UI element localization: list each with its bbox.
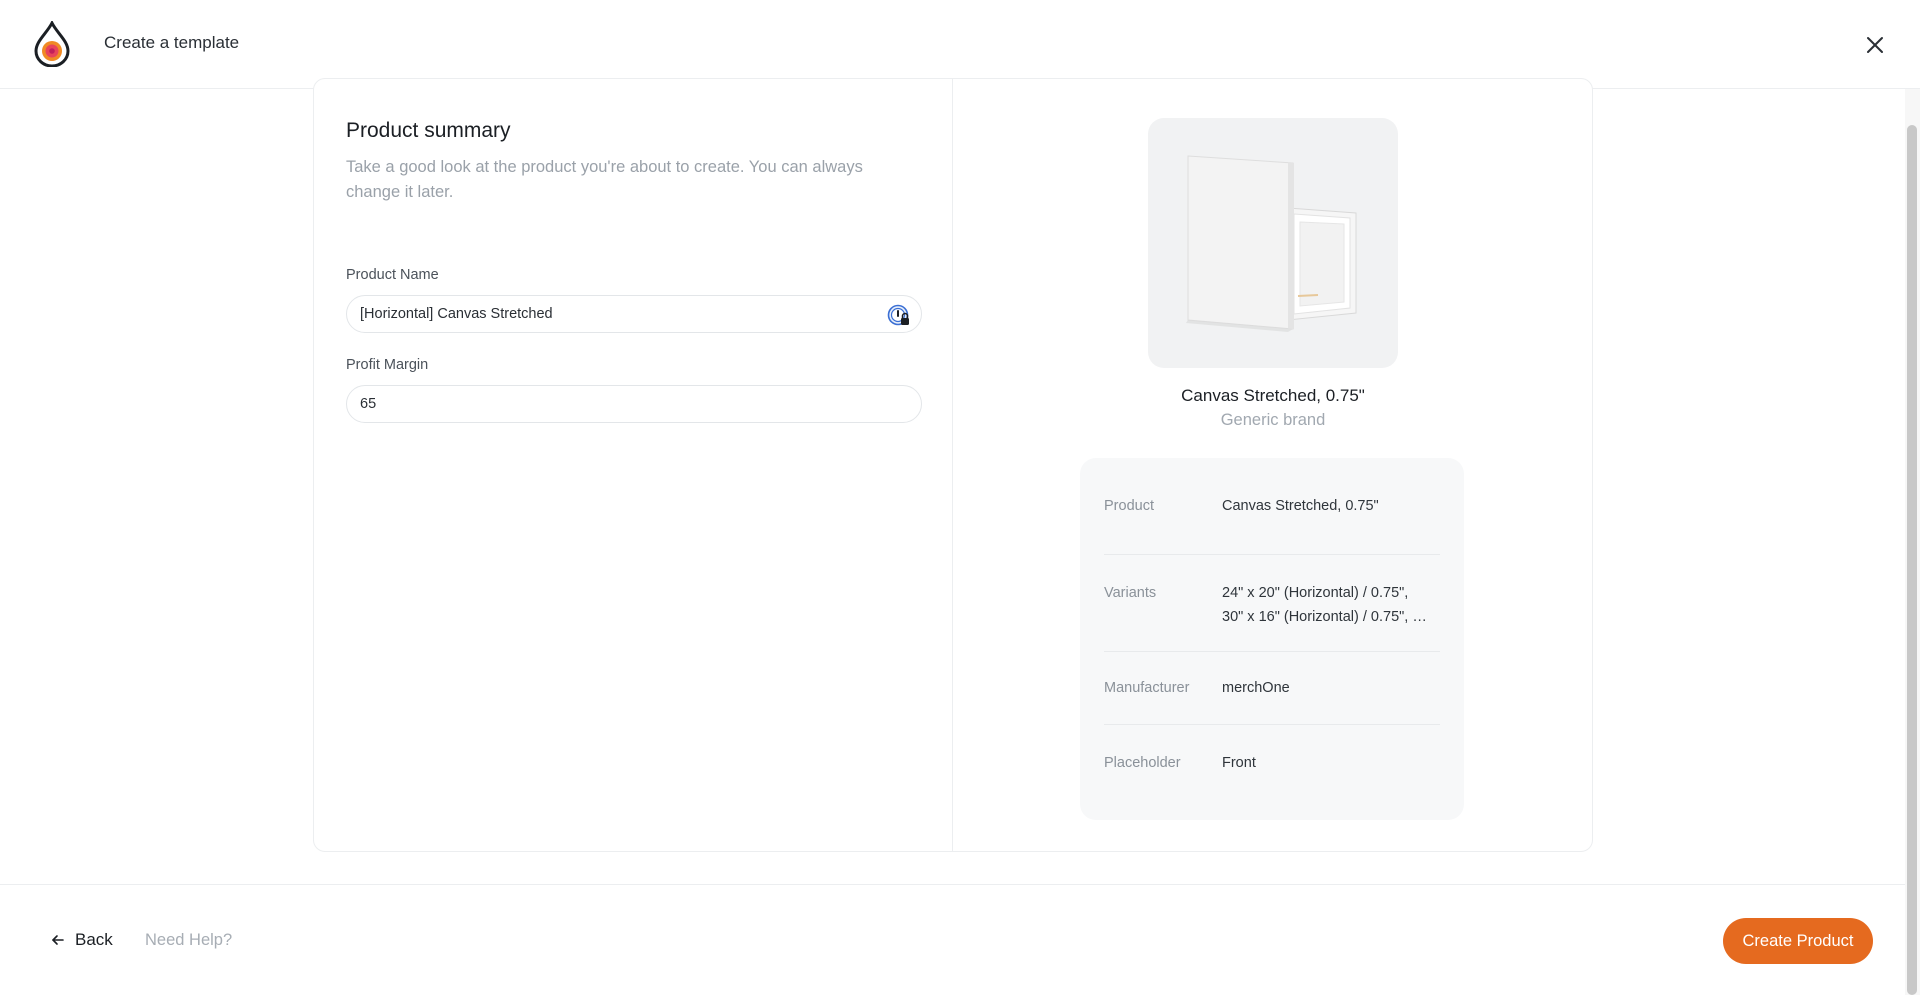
detail-row-variants: Variants 24" x 20" (Horizontal) / 0.75",… [1104,555,1440,652]
flame-drop-logo [34,21,70,67]
product-preview: Canvas Stretched, 0.75" Generic brand Pr… [953,79,1593,851]
password-manager-icon[interactable] [887,304,911,328]
detail-label: Placeholder [1104,755,1181,771]
product-name-label: Product Name [346,267,439,283]
canvas-product-illustration [1186,155,1357,332]
profit-margin-value: 65 [360,396,377,412]
product-summary-card: Product summary Take a good look at the … [313,78,1593,852]
detail-label: Product [1104,498,1154,514]
detail-value: Front [1222,755,1256,771]
summary-form: Product summary Take a good look at the … [346,119,922,423]
detail-value: 24" x 20" (Horizontal) / 0.75", 30" x 16… [1222,581,1440,651]
detail-row-manufacturer: Manufacturer merchOne [1104,652,1440,725]
page-title: Create a template [104,33,240,52]
detail-value: Canvas Stretched, 0.75" [1222,498,1379,514]
product-brand: Generic brand [1220,411,1326,429]
detail-label: Manufacturer [1104,680,1190,696]
detail-label: Variants [1104,585,1157,601]
profit-margin-input[interactable]: 65 [346,385,922,423]
back-button[interactable]: Back [51,930,113,950]
need-help-link[interactable]: Need Help? [145,931,232,950]
detail-value: merchOne [1222,680,1290,696]
close-icon[interactable] [1862,32,1888,58]
arrow-left-icon [52,935,64,945]
scrollbar-thumb[interactable] [1907,125,1917,995]
top-bar: Create a template [0,0,1920,89]
profit-margin-label: Profit Margin [346,357,429,373]
detail-row-product: Product Canvas Stretched, 0.75" [1104,458,1440,555]
back-label: Back [75,930,113,949]
section-title: Product summary [346,119,511,142]
create-product-button[interactable]: Create Product [1723,918,1873,964]
product-title: Canvas Stretched, 0.75" [1181,386,1365,405]
variant-line: 30" x 16" (Horizontal) / 0.75", 36" x 24… [1222,609,1428,625]
product-name-value: [Horizontal] Canvas Stretched [360,306,553,322]
product-image [1148,118,1398,368]
footer-bar: Back Need Help? Create Product [0,884,1905,995]
variant-line: 24" x 20" (Horizontal) / 0.75", [1222,585,1409,601]
section-subtitle: Take a good look at the product you're a… [346,158,863,201]
product-name-input[interactable]: [Horizontal] Canvas Stretched [346,295,922,333]
product-details-panel: Product Canvas Stretched, 0.75" Variants… [1080,458,1464,820]
detail-row-placeholder: Placeholder Front [1104,725,1440,820]
